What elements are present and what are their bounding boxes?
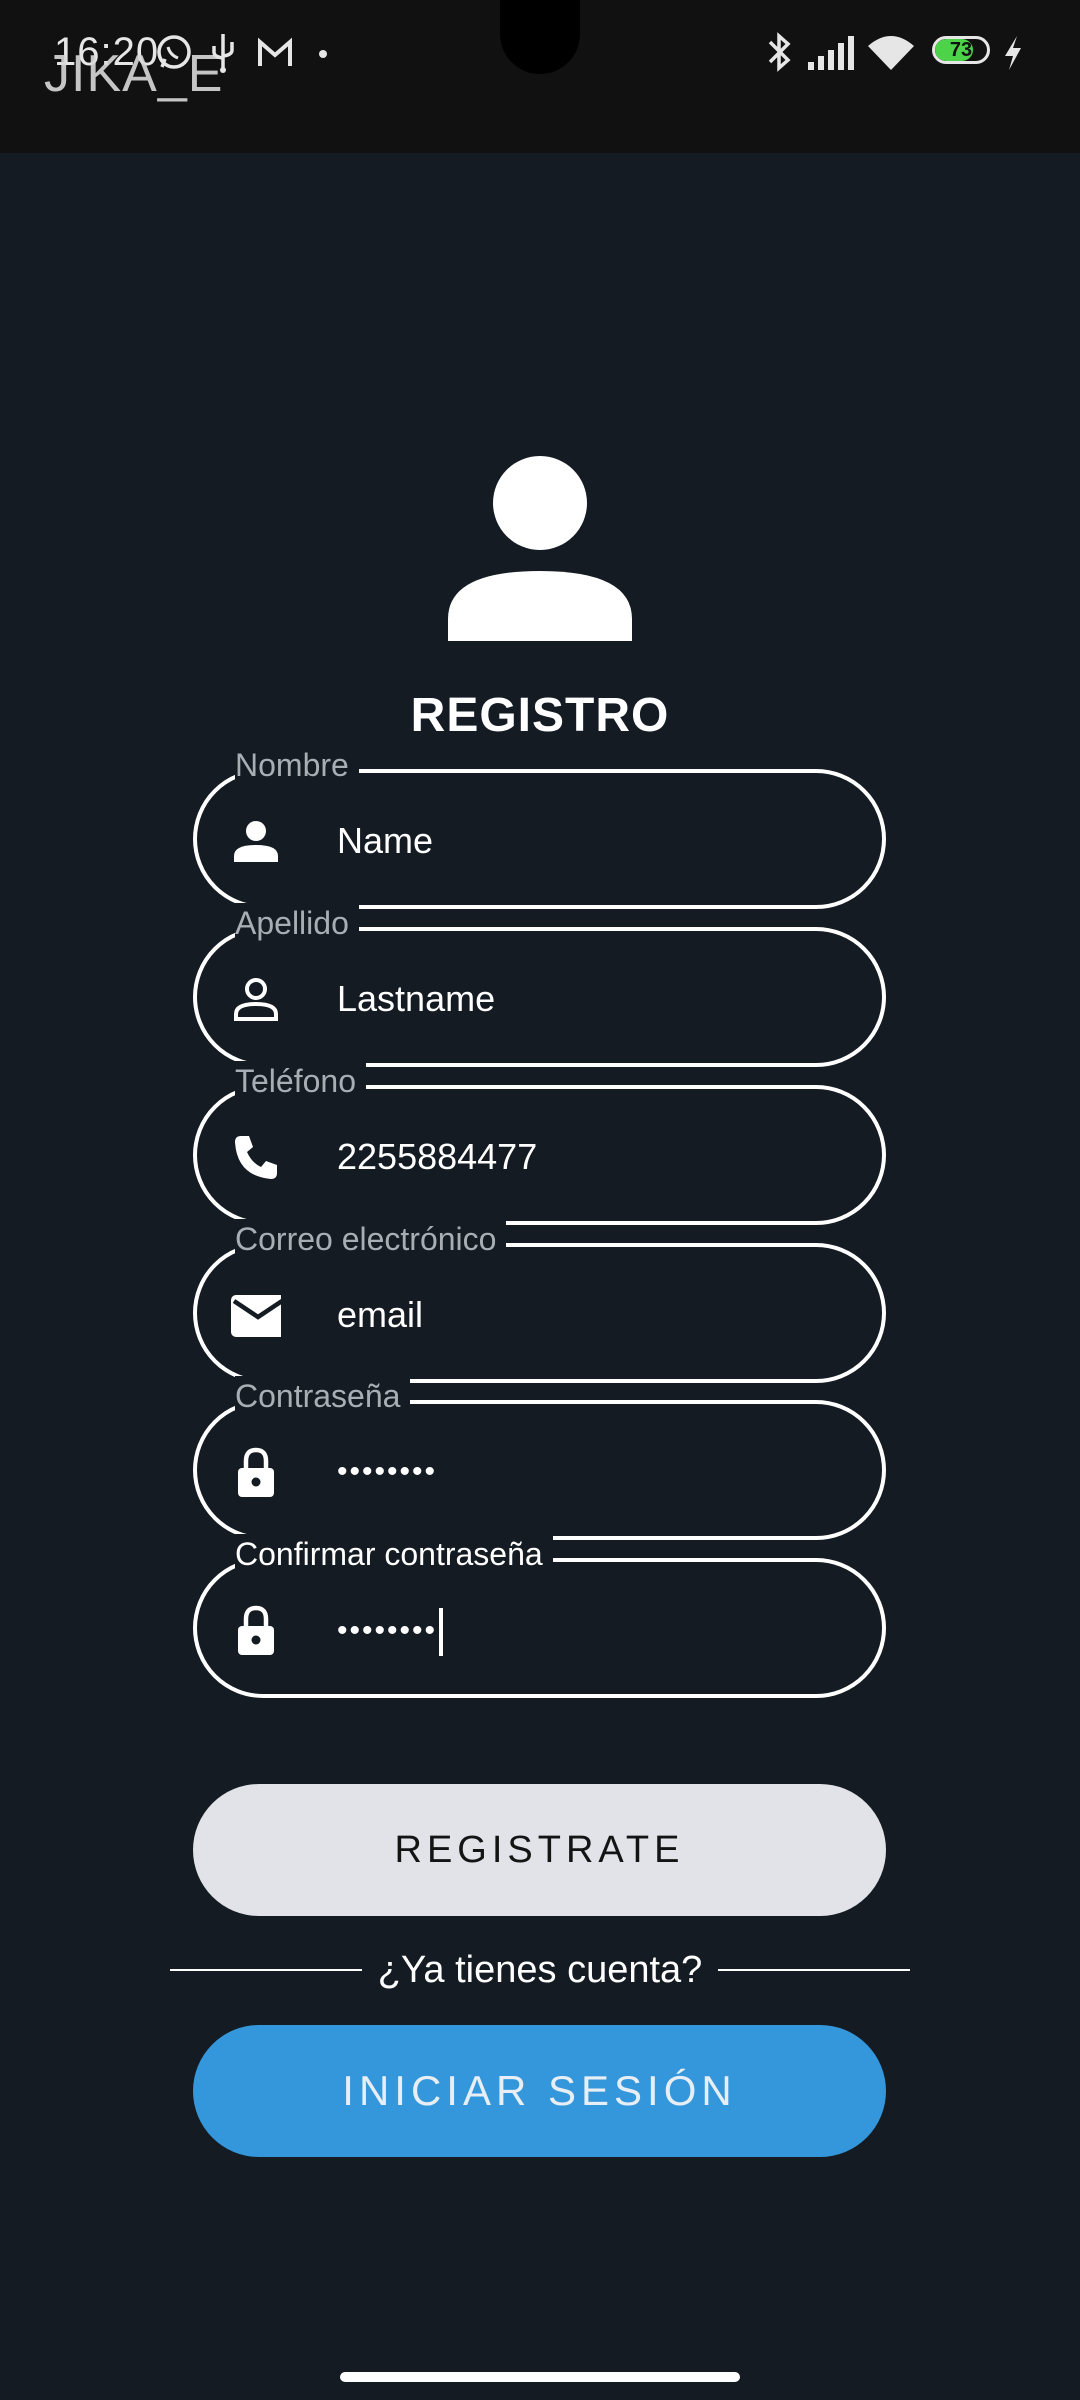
- name-input[interactable]: Name: [337, 819, 433, 863]
- divider-line-right: [718, 1969, 910, 1971]
- bluetooth-icon: [768, 32, 791, 72]
- user-avatar-icon: [448, 456, 632, 641]
- confirm-password-field-label: Confirmar contraseña: [235, 1534, 553, 1574]
- phone-field[interactable]: Teléfono 2255884477: [193, 1061, 886, 1225]
- phone-input[interactable]: 2255884477: [337, 1135, 537, 1179]
- wifi-icon: [868, 36, 914, 70]
- lastname-input[interactable]: Lastname: [337, 977, 495, 1021]
- lock-icon: [238, 1605, 274, 1655]
- password-field-label: Contraseña: [235, 1376, 411, 1416]
- battery-level: 73: [949, 39, 973, 61]
- phone-field-label: Teléfono: [235, 1061, 366, 1101]
- lastname-field[interactable]: Apellido Lastname: [193, 903, 886, 1067]
- name-field[interactable]: Nombre Name: [193, 745, 886, 909]
- gmail-icon: [258, 37, 292, 66]
- login-button[interactable]: INICIAR SESIÓN: [193, 2025, 886, 2157]
- lock-icon: [238, 1447, 274, 1497]
- password-field[interactable]: Contraseña ••••••••: [193, 1376, 886, 1540]
- register-button[interactable]: REGISTRATE: [193, 1784, 886, 1916]
- email-field[interactable]: Correo electrónico email: [193, 1219, 886, 1383]
- confirm-password-input[interactable]: ••••••••: [337, 1608, 444, 1656]
- person-outline-icon: [234, 978, 278, 1021]
- app-title: JIKA_E: [44, 45, 224, 103]
- email-field-label: Correo electrónico: [235, 1219, 507, 1259]
- page-title: REGISTRO: [410, 689, 670, 742]
- text-cursor: [439, 1608, 444, 1656]
- confirm-password-field[interactable]: Confirmar contraseña ••••••••: [193, 1534, 886, 1698]
- battery-icon: 73: [932, 36, 990, 64]
- signal-icon: [808, 36, 854, 70]
- usb-icon: [212, 34, 234, 73]
- charging-icon: [1005, 36, 1021, 70]
- email-input[interactable]: email: [337, 1293, 423, 1337]
- status-bar: 16:20 JIKA_E 73: [0, 0, 1080, 153]
- home-indicator[interactable]: [340, 2372, 740, 2382]
- whatsapp-icon: [157, 35, 191, 69]
- phone-icon: [235, 1136, 277, 1179]
- person-icon: [234, 821, 278, 862]
- password-input[interactable]: ••••••••: [337, 1450, 437, 1494]
- name-field-label: Nombre: [235, 745, 359, 785]
- camera-notch: [500, 0, 580, 74]
- more-notifications-dot: [319, 50, 327, 58]
- has-account-divider: ¿Ya tienes cuenta?: [170, 1945, 910, 1995]
- confirm-password-dots: ••••••••: [337, 1613, 438, 1647]
- register-screen: 16:20 JIKA_E 73 REGISTRO Nombre Name Ape…: [0, 0, 1080, 2400]
- mail-icon: [231, 1295, 281, 1337]
- lastname-field-label: Apellido: [235, 903, 359, 943]
